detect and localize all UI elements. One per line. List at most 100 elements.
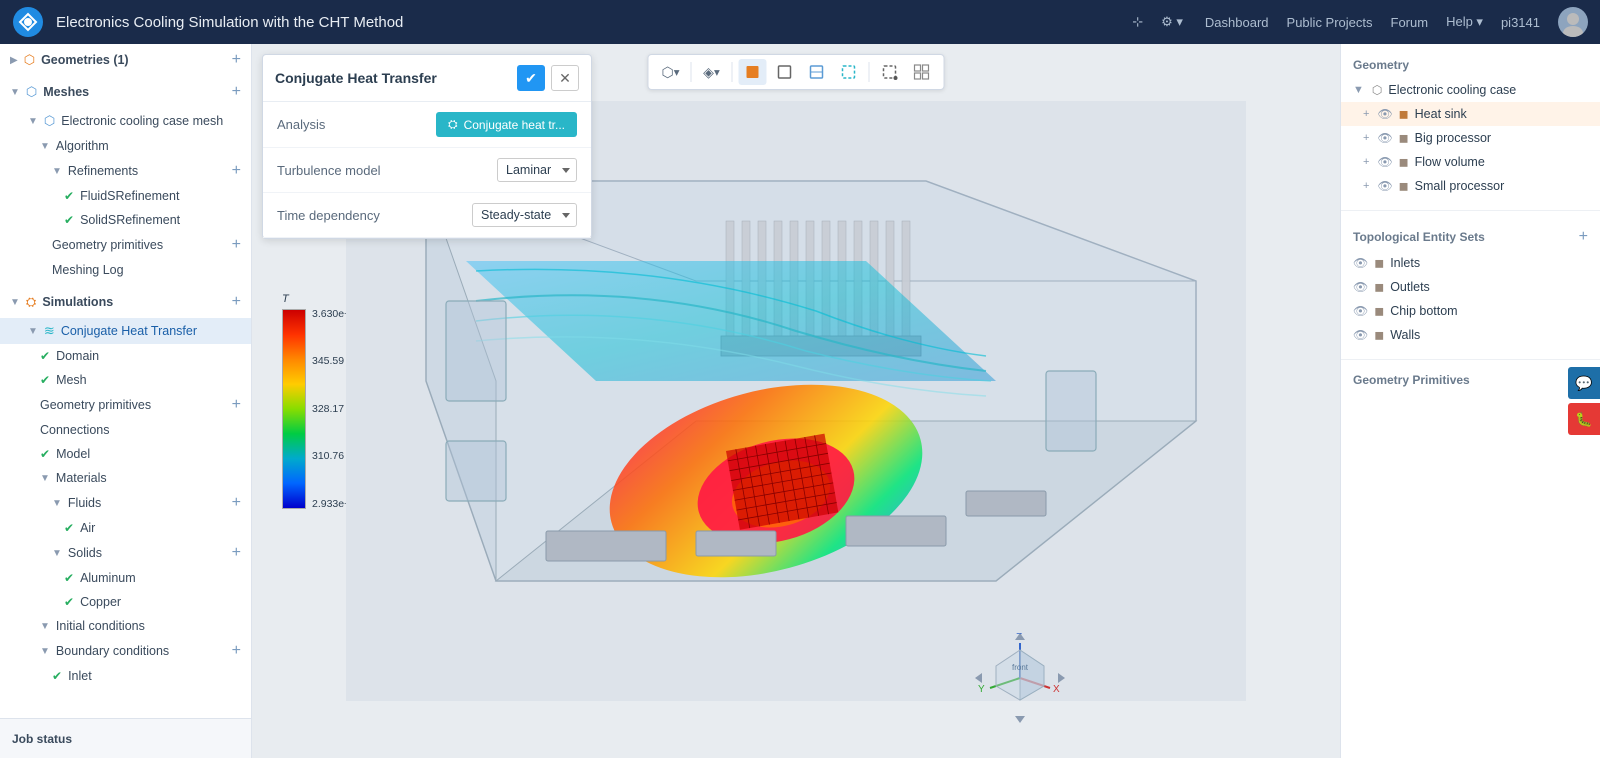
sidebar-item-boundarycond[interactable]: ▼ Boundary conditions + bbox=[0, 638, 251, 664]
right-item-chip-bottom[interactable]: 👁 ◼ Chip bottom bbox=[1341, 299, 1600, 323]
right-item-walls[interactable]: 👁 ◼ Walls bbox=[1341, 323, 1600, 347]
nav-dashboard[interactable]: Dashboard bbox=[1205, 15, 1269, 30]
model-check-icon: ✔ bbox=[40, 447, 50, 461]
sidebar-item-materials[interactable]: ▼ Materials bbox=[0, 466, 251, 490]
add-geoprim-mesh-button[interactable]: + bbox=[232, 237, 241, 253]
view-select-region-button[interactable] bbox=[876, 59, 904, 85]
add-mesh-button[interactable]: + bbox=[232, 84, 241, 100]
sidebar-item-simesh[interactable]: ✔ Mesh bbox=[0, 368, 251, 392]
user-avatar[interactable] bbox=[1558, 7, 1588, 37]
right-divider-1 bbox=[1341, 210, 1600, 211]
sidebar-item-solidref[interactable]: ✔ SolidSRefinement bbox=[0, 208, 251, 232]
nav-public-projects[interactable]: Public Projects bbox=[1287, 15, 1373, 30]
svg-text:Y: Y bbox=[978, 684, 985, 695]
sidebar-item-air[interactable]: ✔ Air bbox=[0, 516, 251, 540]
settings-button[interactable]: ⚙ ▾ bbox=[1155, 12, 1189, 32]
view-surface-button[interactable] bbox=[803, 59, 831, 85]
fluids-label: Fluids bbox=[68, 496, 101, 510]
orientation-cube[interactable]: X Y Z front bbox=[970, 628, 1070, 728]
sidebar-item-cht[interactable]: ▼ ≋ Conjugate Heat Transfer bbox=[0, 318, 251, 344]
outlets-shape-icon: ◼ bbox=[1374, 280, 1384, 294]
nav-forum[interactable]: Forum bbox=[1391, 15, 1429, 30]
right-item-small-processor[interactable]: + 👁 ◼ Small processor bbox=[1341, 174, 1600, 198]
view-transparent-button[interactable] bbox=[835, 59, 863, 85]
add-bc-button[interactable]: + bbox=[232, 643, 241, 659]
geometry-section: Geometry ▼ ⬡ Electronic cooling case + 👁… bbox=[1341, 44, 1600, 206]
analysis-button[interactable]: ⛭ Conjugate heat tr... bbox=[436, 112, 577, 137]
view-perspective-button[interactable]: ◈▾ bbox=[698, 59, 726, 85]
eye-hs-icon: 👁 bbox=[1377, 107, 1392, 121]
view-wireframe-button[interactable] bbox=[771, 59, 799, 85]
sidebar-item-geometries[interactable]: ▶ ⬡ Geometries (1) + bbox=[0, 44, 251, 76]
cht-close-button[interactable]: ✕ bbox=[551, 65, 579, 91]
view-more-button[interactable] bbox=[908, 59, 936, 85]
add-refinement-button[interactable]: + bbox=[232, 163, 241, 179]
sidebar-item-geoprim-sim[interactable]: Geometry primitives + bbox=[0, 392, 251, 418]
chat-button[interactable]: 💬 bbox=[1568, 367, 1600, 399]
right-item-inlets[interactable]: 👁 ◼ Inlets bbox=[1341, 251, 1600, 275]
right-item-flow-volume[interactable]: + 👁 ◼ Flow volume bbox=[1341, 150, 1600, 174]
right-item-big-processor[interactable]: + 👁 ◼ Big processor bbox=[1341, 126, 1600, 150]
expand-hs-icon: + bbox=[1363, 108, 1369, 120]
sidebar-item-geoprim-mesh[interactable]: Geometry primitives + bbox=[0, 232, 251, 258]
meshes-label: Meshes bbox=[43, 85, 89, 99]
view-cube-button[interactable]: ⬡▾ bbox=[657, 59, 685, 85]
sidebar-item-fluids[interactable]: ▼ Fluids + bbox=[0, 490, 251, 516]
nav-help[interactable]: Help ▾ bbox=[1446, 14, 1483, 30]
sidebar-item-meshes[interactable]: ▼ ⬡ Meshes + bbox=[0, 76, 251, 108]
sidebar-item-simulations[interactable]: ▼ ⛭ Simulations + bbox=[0, 286, 251, 318]
topology-section-title: Topological Entity Sets bbox=[1353, 230, 1485, 244]
eye-outlets-icon: 👁 bbox=[1353, 280, 1368, 294]
sidebar-item-inlet[interactable]: ✔ Inlet bbox=[0, 664, 251, 688]
add-solid-button[interactable]: + bbox=[232, 545, 241, 561]
sidebar-scroll: ▶ ⬡ Geometries (1) + ▼ ⬡ Meshes + ▼ ⬡ E bbox=[0, 44, 251, 718]
add-simulation-button[interactable]: + bbox=[232, 294, 241, 310]
view-solid-button[interactable] bbox=[739, 59, 767, 85]
sidebar-item-meshlog[interactable]: Meshing Log bbox=[0, 258, 251, 282]
nav-username[interactable]: pi3141 bbox=[1501, 15, 1540, 30]
right-item-ecc[interactable]: ▼ ⬡ Electronic cooling case bbox=[1341, 78, 1600, 102]
heat-sink-label: Heat sink bbox=[1415, 107, 1588, 121]
geometry-icon: ⬡ bbox=[24, 52, 35, 68]
right-item-heat-sink[interactable]: + 👁 ◼ Heat sink bbox=[1341, 102, 1600, 126]
geoprim-mesh-label: Geometry primitives bbox=[52, 238, 163, 252]
sidebar-item-copper[interactable]: ✔ Copper bbox=[0, 590, 251, 614]
expand-sim-icon: ▼ bbox=[10, 297, 20, 308]
sidebar-item-connections[interactable]: Connections bbox=[0, 418, 251, 442]
expand-alg-icon: ▼ bbox=[40, 141, 50, 152]
turbulence-label: Turbulence model bbox=[277, 163, 381, 178]
bug-button[interactable]: 🐛 bbox=[1568, 403, 1600, 435]
toolbar-divider-3 bbox=[869, 62, 870, 82]
cht-settings-panel: Conjugate Heat Transfer ✔ ✕ Analysis ⛭ C… bbox=[262, 54, 592, 239]
add-geometry-button[interactable]: + bbox=[232, 52, 241, 68]
copper-check-icon: ✔ bbox=[64, 595, 74, 609]
outlets-label: Outlets bbox=[1390, 280, 1588, 294]
viewport-toolbar: ⬡▾ ◈▾ bbox=[648, 54, 945, 90]
cht-confirm-button[interactable]: ✔ bbox=[517, 65, 545, 91]
app-title: Electronics Cooling Simulation with the … bbox=[56, 14, 1126, 31]
sidebar-item-algorithm[interactable]: ▼ Algorithm bbox=[0, 134, 251, 158]
sidebar-item-model[interactable]: ✔ Model bbox=[0, 442, 251, 466]
sidebar-item-aluminum[interactable]: ✔ Aluminum bbox=[0, 566, 251, 590]
share-button[interactable]: ⊹ bbox=[1126, 12, 1149, 32]
add-fluid-button[interactable]: + bbox=[232, 495, 241, 511]
sidebar-item-initialcond[interactable]: ▼ Initial conditions bbox=[0, 614, 251, 638]
expand-ecc-icon: ▼ bbox=[1353, 84, 1364, 96]
add-geoprim-sim-button[interactable]: + bbox=[232, 397, 241, 413]
topology-section: Topological Entity Sets + 👁 ◼ Inlets 👁 ◼… bbox=[1341, 215, 1600, 355]
sidebar-item-refinements[interactable]: ▼ Refinements + bbox=[0, 158, 251, 184]
simulation-icon: ⛭ bbox=[26, 294, 36, 310]
timedep-select[interactable]: Steady-state bbox=[472, 203, 577, 227]
bp-shape-icon: ◼ bbox=[1399, 131, 1409, 145]
right-item-outlets[interactable]: 👁 ◼ Outlets bbox=[1341, 275, 1600, 299]
expand-ref-icon: ▼ bbox=[52, 166, 62, 177]
sidebar-item-eccm[interactable]: ▼ ⬡ Electronic cooling case mesh bbox=[0, 108, 251, 134]
fluidref-label: FluidSRefinement bbox=[80, 189, 179, 203]
turbulence-select[interactable]: Laminar bbox=[497, 158, 577, 182]
add-topology-button[interactable]: + bbox=[1579, 229, 1588, 245]
solidref-check-icon: ✔ bbox=[64, 213, 74, 227]
inlet-label: Inlet bbox=[68, 669, 92, 683]
sidebar-item-solids[interactable]: ▼ Solids + bbox=[0, 540, 251, 566]
sidebar-item-domain[interactable]: ✔ Domain bbox=[0, 344, 251, 368]
sidebar-item-fluidref[interactable]: ✔ FluidSRefinement bbox=[0, 184, 251, 208]
